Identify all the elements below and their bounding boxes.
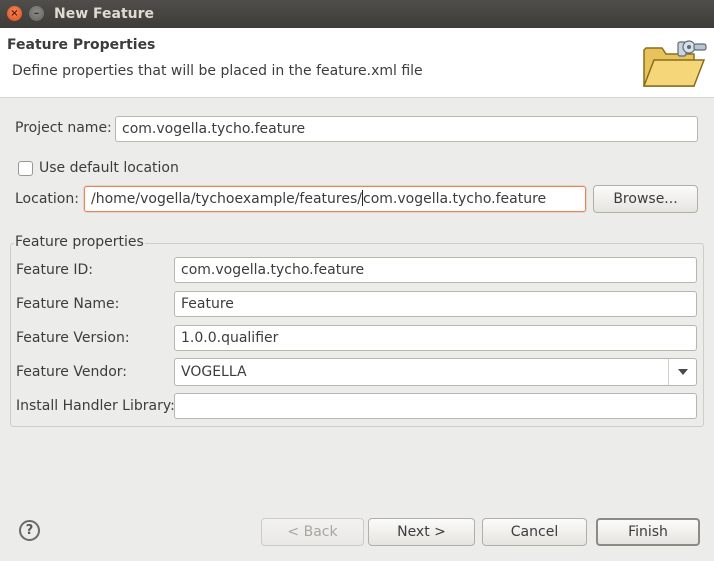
project-name-input[interactable]: com.vogella.tycho.feature [115, 116, 698, 142]
chevron-down-icon[interactable] [668, 359, 696, 385]
feature-name-input[interactable]: Feature [174, 291, 697, 317]
page-description: Define properties that will be placed in… [12, 63, 423, 79]
feature-vendor-label: Feature Vendor: [16, 364, 128, 380]
install-handler-input[interactable] [174, 393, 697, 419]
window-title: New Feature [54, 6, 155, 22]
install-handler-label: Install Handler Library: [16, 398, 175, 414]
wizard-header: Feature Properties Define properties tha… [0, 28, 714, 98]
location-label: Location: [15, 191, 79, 207]
location-input[interactable]: /home/vogella/tychoexample/features/com.… [84, 186, 586, 212]
feature-vendor-value: VOGELLA [181, 364, 247, 380]
feature-name-label: Feature Name: [16, 296, 120, 312]
browse-button[interactable]: Browse... [593, 185, 698, 213]
feature-vendor-combo[interactable]: VOGELLA [174, 358, 697, 386]
minimize-window-button[interactable]: – [29, 6, 44, 21]
feature-version-label: Feature Version: [16, 330, 130, 346]
feature-properties-group-title: Feature properties [14, 234, 145, 250]
feature-id-label: Feature ID: [16, 262, 93, 278]
help-icon[interactable]: ? [19, 520, 40, 541]
location-value-path: /home/vogella/tychoexample/features/ [91, 191, 362, 207]
use-default-location-checkbox[interactable] [18, 161, 33, 176]
feature-id-input[interactable]: com.vogella.tycho.feature [174, 257, 697, 283]
cancel-button[interactable]: Cancel [482, 518, 587, 546]
folder-icon [642, 40, 707, 87]
finish-button[interactable]: Finish [596, 518, 700, 546]
next-button[interactable]: Next > [368, 518, 475, 546]
page-title: Feature Properties [7, 37, 156, 53]
feature-version-input[interactable]: 1.0.0.qualifier [174, 325, 697, 351]
window-titlebar: × – New Feature [0, 0, 714, 28]
use-default-location-label: Use default location [39, 160, 179, 176]
close-window-button[interactable]: × [7, 6, 22, 21]
location-value-name: com.vogella.tycho.feature [363, 191, 547, 207]
project-name-label: Project name: [15, 120, 112, 136]
back-button[interactable]: < Back [261, 518, 364, 546]
